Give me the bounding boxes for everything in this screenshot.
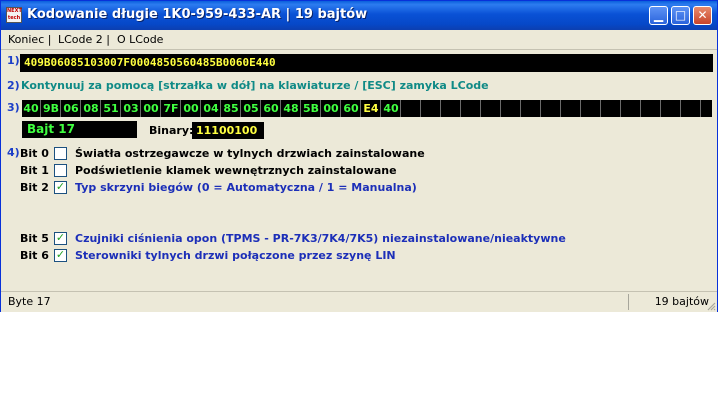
byte-cell[interactable] [582, 100, 601, 117]
byte-cell[interactable]: 00 [182, 100, 201, 117]
byte-cell[interactable] [562, 100, 581, 117]
current-byte-label: Bajt 17 [27, 122, 75, 136]
byte-cell[interactable]: 40 [22, 100, 41, 117]
checkmark-icon: ✓ [55, 248, 66, 261]
byte-cell[interactable]: 60 [342, 100, 361, 117]
byte-cell[interactable]: 48 [282, 100, 301, 117]
byte-cell[interactable]: E4 [362, 100, 381, 117]
byte-cell[interactable]: 5B [302, 100, 321, 117]
section-number-4: 4) [7, 146, 20, 159]
status-selected-byte: Byte 17 [8, 295, 51, 308]
checkmark-icon: ✓ [55, 180, 66, 193]
byte-cell[interactable] [602, 100, 621, 117]
navigation-hint: Kontynuuj za pomocą [strzałka w dół] na … [21, 79, 489, 92]
byte-cell[interactable] [422, 100, 441, 117]
section-number-3: 3) [7, 101, 20, 114]
byte-cell[interactable]: 03 [122, 100, 141, 117]
byte-cell[interactable] [682, 100, 701, 117]
byte-cell[interactable] [622, 100, 641, 117]
byte-cell[interactable] [662, 100, 681, 117]
binary-value-box: 11100100 [192, 122, 264, 139]
checkmark-icon: ✓ [55, 231, 66, 244]
menu-item-koniec[interactable]: Koniec | [8, 33, 51, 46]
menu-bar: Koniec | LCode 2 | O LCode [1, 30, 717, 50]
byte-cell[interactable]: 7F [162, 100, 181, 117]
bit-description: Podświetlenie klamek wewnętrznych zainst… [75, 164, 397, 177]
byte-cell[interactable]: 40 [382, 100, 401, 117]
close-button[interactable]: ✕ [693, 6, 712, 25]
app-logo-icon: NEXT tech [6, 7, 22, 23]
bit-description: Czujniki ciśnienia opon (TPMS - PR-7K3/7… [75, 232, 566, 245]
byte-cell[interactable]: 05 [242, 100, 261, 117]
close-icon: ✕ [697, 8, 708, 22]
bit-label: Bit 6 [20, 249, 49, 262]
byte-cell[interactable]: 85 [222, 100, 241, 117]
section-number-1: 1) [7, 54, 20, 67]
byte-cell[interactable] [542, 100, 561, 117]
minimize-icon: ▁ [653, 8, 664, 22]
bit-label: Bit 5 [20, 232, 49, 245]
bit-checkbox[interactable]: ✓ [54, 248, 67, 262]
bit-description: Sterowniki tylnych drzwi połączone przez… [75, 249, 396, 262]
hex-string-value: 409B06085103007F0004850560485B0060E440 [24, 56, 276, 69]
coding-panel: 1) 409B06085103007F0004850560485B0060E44… [2, 50, 716, 290]
byte-cell[interactable]: 00 [142, 100, 161, 117]
status-bar: Byte 17 19 bajtów [1, 291, 717, 312]
byte-cell[interactable]: 9B [42, 100, 61, 117]
byte-cell[interactable] [402, 100, 421, 117]
bit-label: Bit 2 [20, 181, 49, 194]
bit-checkbox[interactable] [54, 147, 67, 160]
byte-cell[interactable]: 51 [102, 100, 121, 117]
bit-checkbox[interactable]: ✓ [54, 231, 67, 245]
byte-cell[interactable] [462, 100, 481, 117]
bit-checkbox[interactable]: ✓ [54, 180, 67, 194]
status-divider [628, 294, 629, 310]
status-byte-count: 19 bajtów [654, 295, 709, 308]
bit-checkbox[interactable] [54, 164, 67, 177]
byte-cell[interactable] [642, 100, 661, 117]
resize-grip-icon[interactable] [706, 301, 716, 311]
byte-cell[interactable] [702, 100, 718, 117]
bit-description: Światła ostrzegawcze w tylnych drzwiach … [75, 147, 425, 160]
byte-cell[interactable]: 60 [262, 100, 281, 117]
byte-grid: 40 9B 06 08 51 03 00 7F 00 04 85 05 60 48 5B 00 60 E4 40 [22, 100, 712, 117]
byte-cell[interactable]: 00 [322, 100, 341, 117]
menu-item-about[interactable]: O LCode [117, 33, 163, 46]
binary-value: 11100100 [196, 124, 258, 137]
bit-label: Bit 1 [20, 164, 49, 177]
binary-label: Binary: [149, 124, 194, 137]
menu-item-lcode2[interactable]: LCode 2 | [58, 33, 110, 46]
bit-description: Typ skrzyni biegów (0 = Automatyczna / 1… [75, 181, 417, 194]
byte-cell[interactable]: 06 [62, 100, 81, 117]
section-number-2: 2) [7, 79, 20, 92]
byte-cell[interactable] [482, 100, 501, 117]
byte-cell[interactable]: 08 [82, 100, 101, 117]
maximize-icon: □ [674, 8, 687, 22]
title-bar[interactable]: NEXT tech Kodowanie długie 1K0-959-433-A… [1, 1, 717, 30]
byte-cell[interactable] [522, 100, 541, 117]
bit-label: Bit 0 [20, 147, 49, 160]
minimize-button[interactable]: ▁ [649, 6, 668, 25]
hex-string-field[interactable]: 409B06085103007F0004850560485B0060E440 [20, 54, 713, 72]
byte-cell[interactable]: 04 [202, 100, 221, 117]
maximize-button[interactable]: □ [671, 6, 690, 25]
byte-cell[interactable] [442, 100, 461, 117]
byte-label-box: Bajt 17 [22, 121, 137, 138]
window-title: Kodowanie długie 1K0-959-433-AR | 19 baj… [27, 7, 368, 22]
byte-cell[interactable] [502, 100, 521, 117]
lcode-window: NEXT tech Kodowanie długie 1K0-959-433-A… [0, 0, 718, 312]
